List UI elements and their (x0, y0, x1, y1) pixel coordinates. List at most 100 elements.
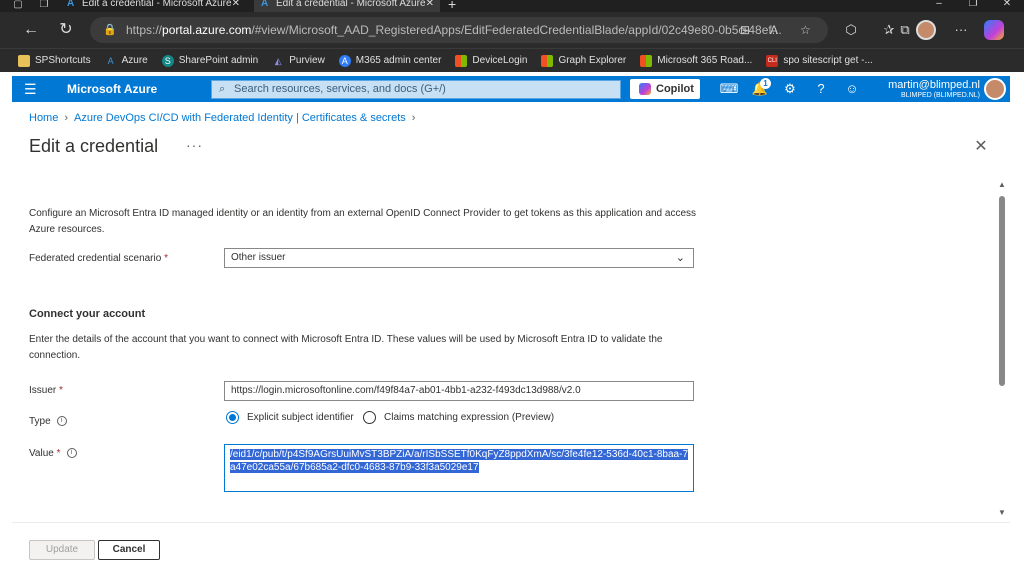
azure-brand[interactable]: Microsoft Azure (67, 76, 157, 102)
new-tab-icon[interactable]: + (448, 0, 456, 11)
cloud-shell-icon[interactable]: ⌨ (717, 76, 741, 102)
browser-tab-2[interactable]: A Edit a credential - Microsoft Azure ✕ (254, 0, 440, 12)
azure-search-input[interactable]: ⌕ Search resources, services, and docs (… (211, 80, 621, 99)
favorite-purview[interactable]: ◭ Purview (272, 55, 325, 67)
value-textarea[interactable]: /eid1/c/pub/t/p4Sf9AGrsUuiMvST3BPZiA/a/r… (224, 444, 694, 492)
favorite-label: SPShortcuts (35, 55, 91, 66)
restore-icon[interactable]: ❐ (956, 0, 990, 9)
more-options-icon[interactable]: ··· (186, 137, 203, 153)
breadcrumb-app[interactable]: Azure DevOps CI/CD with Federated Identi… (74, 112, 406, 124)
favorite-label: Purview (289, 55, 325, 66)
favorite-spo-sitescript[interactable]: CLI spo sitescript get -... (766, 54, 873, 67)
type-label: Type i (29, 416, 67, 427)
favorite-m365-roadmap[interactable]: Microsoft 365 Road... (640, 54, 753, 67)
scrollbar-thumb[interactable] (999, 196, 1005, 386)
type-claims-label: Claims matching expression (Preview) (384, 412, 555, 423)
close-window-icon[interactable]: ✕ (990, 0, 1024, 9)
favorite-label: spo sitescript get -... (783, 55, 873, 66)
close-tab-icon[interactable]: ✕ (232, 0, 240, 9)
account-email: martin@blimped.nl (888, 79, 980, 91)
type-label-text: Type (29, 416, 51, 427)
info-icon[interactable]: i (66, 448, 77, 459)
workspaces-icon[interactable]: ▢ (10, 0, 26, 12)
account-info[interactable]: martin@blimped.nl BLIMPED (BLIMPED.NL) (864, 79, 980, 100)
azure-favicon-icon: A (67, 0, 75, 9)
type-explicit-radio[interactable]: Explicit subject identifier (226, 411, 354, 424)
chevron-right-icon: › (411, 112, 416, 124)
type-explicit-label: Explicit subject identifier (247, 412, 354, 423)
credential-form: Configure an Microsoft Entra ID managed … (12, 172, 1010, 520)
radio-unselected-icon (363, 411, 376, 424)
search-icon: ⌕ (219, 83, 226, 95)
avatar[interactable] (984, 78, 1006, 100)
breadcrumb-home[interactable]: Home (29, 112, 58, 124)
scenario-label-text: Federated credential scenario (29, 253, 162, 264)
scenario-select[interactable]: Other issuer ⌄ (224, 248, 694, 268)
azure-icon: A (107, 55, 114, 66)
section-title: Connect your account (29, 308, 146, 320)
settings-icon[interactable]: ⚙ (778, 76, 802, 102)
lock-icon[interactable]: 🔒 (103, 17, 117, 43)
value-text: /eid1/c/pub/t/p4Sf9AGrsUuiMvST3BPZiA/a/r… (230, 449, 689, 473)
scenario-label: Federated credential scenario * (29, 253, 168, 264)
favorite-spshortcuts[interactable]: SPShortcuts (18, 54, 91, 67)
address-prefix: https:// (126, 23, 163, 37)
extensions-icon[interactable]: ⬡ (840, 19, 862, 41)
edge-copilot-icon[interactable] (984, 20, 1004, 40)
search-placeholder: Search resources, services, and docs (G+… (234, 83, 446, 95)
form-footer: Update Cancel (12, 522, 1010, 576)
app-available-icon[interactable]: ⊞ (740, 17, 750, 43)
breadcrumb: Home › Azure DevOps CI/CD with Federated I… (29, 112, 421, 124)
scenario-value: Other issuer (231, 252, 286, 263)
collections-icon[interactable]: ⧉ (894, 19, 916, 41)
profile-avatar[interactable] (916, 20, 936, 40)
copilot-button[interactable]: Copilot (630, 79, 700, 99)
tab-actions-icon[interactable]: ❐ (36, 0, 52, 12)
radio-selected-icon (226, 411, 239, 424)
browser-tab-1[interactable]: A Edit a credential - Microsoft Azure ✕ (60, 0, 246, 12)
minimize-icon[interactable]: – (922, 0, 956, 9)
copilot-icon (639, 83, 651, 95)
favorite-label: Microsoft 365 Road... (657, 55, 753, 66)
favorite-label: Graph Explorer (558, 55, 627, 66)
close-tab-icon[interactable]: ✕ (426, 0, 434, 9)
folder-icon (18, 54, 30, 67)
update-button[interactable]: Update (29, 540, 95, 560)
refresh-icon[interactable]: ↻ (55, 19, 77, 41)
portal-menu-icon[interactable]: ☰ (24, 76, 37, 102)
sharepoint-icon: S (161, 54, 174, 67)
help-icon[interactable]: ? (809, 76, 833, 102)
close-blade-icon[interactable]: ✕ (973, 136, 989, 156)
address-bar[interactable]: 🔒 https://portal.azure.com/#view/Microso… (90, 17, 828, 43)
value-label-text: Value (29, 448, 54, 459)
cli-icon: CLI (766, 54, 779, 67)
favorite-m365-admin[interactable]: A M365 admin center (338, 54, 442, 67)
microsoft-icon (541, 54, 554, 67)
favorite-azure[interactable]: A Azure (105, 55, 148, 67)
favorite-graph-explorer[interactable]: Graph Explorer (541, 54, 627, 67)
scroll-up-icon[interactable]: ▲ (998, 180, 1006, 189)
feedback-icon[interactable]: ☺ (840, 76, 864, 102)
value-label: Value * i (29, 448, 77, 459)
browser-tab-title: Edit a credential - Microsoft Azure (82, 0, 232, 9)
page-title: Edit a credential (29, 136, 159, 156)
purview-icon: ◭ (274, 55, 282, 66)
notification-badge: 1 (760, 78, 771, 89)
microsoft-icon (455, 54, 468, 67)
copilot-label: Copilot (656, 83, 694, 95)
favorite-devicelogin[interactable]: DeviceLogin (455, 54, 527, 67)
cancel-button[interactable]: Cancel (98, 540, 160, 560)
favorite-label: M365 admin center (355, 55, 442, 66)
m365-icon: A (338, 54, 351, 67)
favorite-label: Azure (121, 55, 148, 66)
type-claims-radio[interactable]: Claims matching expression (Preview) (363, 411, 554, 424)
more-menu-icon[interactable]: ··· (950, 19, 972, 41)
favorite-star-icon[interactable]: ☆ (800, 17, 811, 43)
info-icon[interactable]: i (56, 416, 67, 427)
issuer-input[interactable]: https://login.microsoftonline.com/f49f84… (224, 381, 694, 401)
back-icon[interactable]: ← (20, 19, 42, 41)
read-aloud-icon[interactable]: A (770, 17, 778, 43)
required-marker: * (59, 385, 63, 396)
favorite-sharepoint-admin[interactable]: S SharePoint admin (161, 54, 258, 67)
scroll-down-icon[interactable]: ▼ (998, 508, 1006, 517)
